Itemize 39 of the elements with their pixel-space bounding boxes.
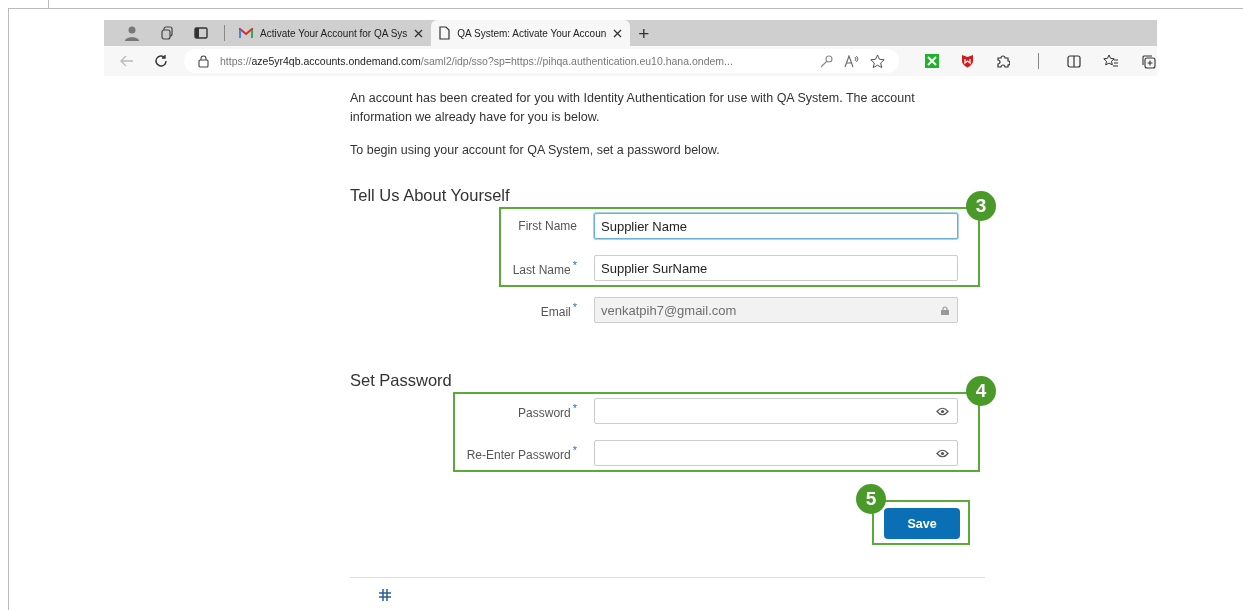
- intro-paragraph: To begin using your account for QA System, set a password below.: [350, 142, 721, 159]
- close-icon[interactable]: [613, 28, 623, 38]
- address-field[interactable]: https://aze5yr4qb.accounts.ondemand.com/saml2/idp/sso?sp=https://pihqa.authentication.eu10.hana.ondem...: [184, 49, 899, 73]
- extension-icon[interactable]: [925, 54, 939, 68]
- star-icon[interactable]: [870, 53, 885, 69]
- refresh-icon[interactable]: [154, 54, 168, 68]
- mail-logo-icon: [239, 27, 253, 39]
- browser-tab[interactable]: QA System: Activate Your Accoun: [431, 20, 631, 46]
- step-number-badge: 4: [966, 376, 996, 406]
- split-screen-icon[interactable]: [1067, 54, 1081, 68]
- new-tab-button[interactable]: +: [630, 23, 658, 43]
- lock-icon: [941, 305, 949, 315]
- eye-icon[interactable]: [936, 406, 949, 416]
- shield-icon[interactable]: [961, 54, 974, 68]
- url-text: https://aze5yr4qb.accounts.ondemand.com/saml2/idp/sso?sp=https://pihqa.authentication.eu10.hana.ondem...: [220, 55, 734, 67]
- input-field[interactable]: [594, 398, 958, 424]
- page-icon: [439, 26, 451, 40]
- favorites-icon[interactable]: [1103, 54, 1119, 68]
- workspaces-icon[interactable]: [160, 26, 174, 40]
- close-icon[interactable]: [414, 28, 424, 38]
- intro-paragraph: An account has been created for you with Identity Authentication for use with QA System. The account information we already have for you is below.: [350, 90, 915, 126]
- section-heading: Tell Us About Yourself: [350, 186, 511, 205]
- input-field[interactable]: [594, 440, 958, 466]
- read-aloud-icon[interactable]: [844, 54, 859, 68]
- step-number-badge: 3: [966, 191, 996, 221]
- field-label: First Name: [518, 219, 577, 233]
- step-number-badge: 5: [856, 484, 886, 514]
- collections-icon[interactable]: [1141, 53, 1156, 69]
- logo-icon: [378, 588, 392, 602]
- input-field[interactable]: Supplier SurName: [594, 255, 958, 281]
- browser-tab[interactable]: Activate Your Account for QA Sys: [231, 20, 432, 46]
- input-field[interactable]: Supplier Name: [594, 213, 958, 239]
- puzzle-icon[interactable]: [996, 54, 1010, 68]
- save-button[interactable]: Save: [884, 508, 960, 539]
- tab-actions-icon[interactable]: [194, 26, 208, 40]
- section-heading: Set Password: [350, 371, 453, 390]
- lock-icon: [198, 54, 209, 68]
- profile-icon[interactable]: [124, 25, 140, 41]
- eye-icon[interactable]: [936, 448, 949, 458]
